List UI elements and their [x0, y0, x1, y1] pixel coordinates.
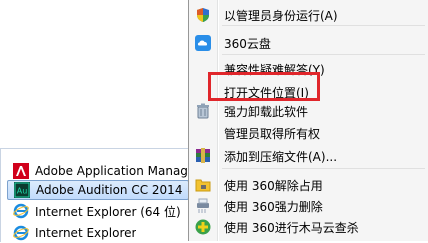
menu-item-label: 使用 360进行木马云查杀 [224, 220, 359, 235]
menu-item-label: 以管理员身份运行(A) [224, 8, 338, 23]
program-list: Adobe Application Manage Au Adobe Auditi… [0, 148, 189, 242]
desktop: Adobe Application Manage Au Adobe Auditi… [0, 0, 428, 242]
svg-text:Au: Au [17, 187, 28, 196]
program-label: Internet Explorer [35, 226, 137, 240]
menu-item-label: 使用 360强力删除 [224, 199, 323, 214]
program-item-ie[interactable]: Internet Explorer [7, 223, 189, 243]
menu-separator [222, 54, 425, 55]
menu-item-label: 添加到压缩文件(A)... [224, 149, 338, 164]
menu-item-360-trojan-scan[interactable]: 使用 360进行木马云查杀 [191, 216, 427, 238]
menu-item-360-cloud[interactable]: 360云盘 [191, 32, 427, 54]
menu-item-360-unlock[interactable]: 使用 360解除占用 [191, 174, 427, 196]
menu-item-label: 使用 360解除占用 [224, 178, 323, 193]
context-menu: 以管理员身份运行(A) 360云盘 兼容性疑难解答(Y) 打开文件位置(I) 强… [188, 0, 428, 241]
menu-item-label: 管理员取得所有权 [224, 126, 321, 141]
folder-unlock-icon [195, 179, 211, 192]
ie-icon [13, 203, 29, 219]
adobe-icon [13, 163, 29, 179]
program-label: Adobe Application Manage [35, 164, 189, 178]
360-scan-icon [195, 219, 211, 235]
menu-item-label: 强力卸载此软件 [224, 104, 309, 119]
menu-separator [222, 25, 425, 26]
program-item-adobe-audition[interactable]: Au Adobe Audition CC 2014 [7, 180, 189, 200]
highlight-annotation [208, 72, 320, 101]
menu-item-label: 360云盘 [224, 36, 271, 51]
trash-icon [197, 103, 209, 119]
menu-item-force-uninstall[interactable]: 强力卸载此软件 [191, 100, 427, 122]
program-item-adobe-application-manager[interactable]: Adobe Application Manage [7, 161, 189, 181]
menu-item-add-to-archive[interactable]: 添加到压缩文件(A)... [191, 145, 427, 167]
menu-separator [222, 168, 425, 169]
menu-item-360-force-delete[interactable]: 使用 360强力删除 [191, 195, 427, 217]
program-label: Adobe Audition CC 2014 [36, 183, 183, 197]
archive-icon [196, 148, 210, 163]
program-label: Internet Explorer (64 位) [35, 204, 181, 219]
audition-icon: Au [14, 182, 30, 198]
menu-item-run-as-admin[interactable]: 以管理员身份运行(A) [191, 4, 427, 26]
menu-item-take-ownership[interactable]: 管理员取得所有权 [191, 122, 427, 144]
ie-icon [13, 225, 29, 241]
shield-icon [197, 8, 209, 22]
cloud-icon [195, 35, 211, 51]
program-item-ie-64[interactable]: Internet Explorer (64 位) [7, 201, 189, 221]
shredder-icon [197, 198, 209, 213]
